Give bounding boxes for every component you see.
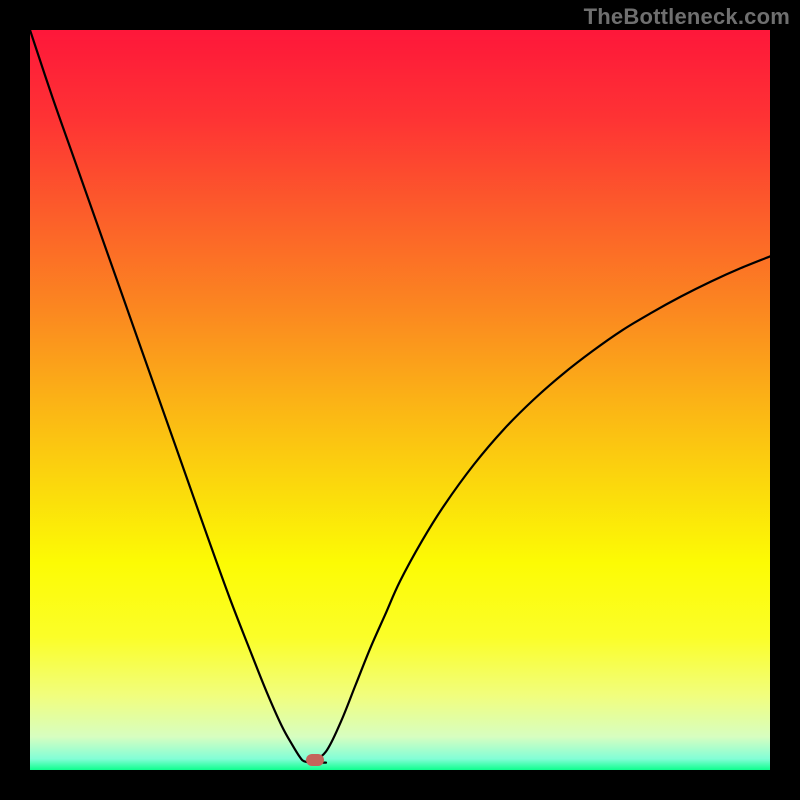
curve-right-branch xyxy=(311,256,770,762)
watermark-label: TheBottleneck.com xyxy=(584,4,790,30)
chart-stage: TheBottleneck.com xyxy=(0,0,800,800)
curve-left-branch xyxy=(30,30,326,763)
minimum-marker xyxy=(306,754,324,766)
curve-layer xyxy=(30,30,770,770)
plot-area xyxy=(30,30,770,770)
